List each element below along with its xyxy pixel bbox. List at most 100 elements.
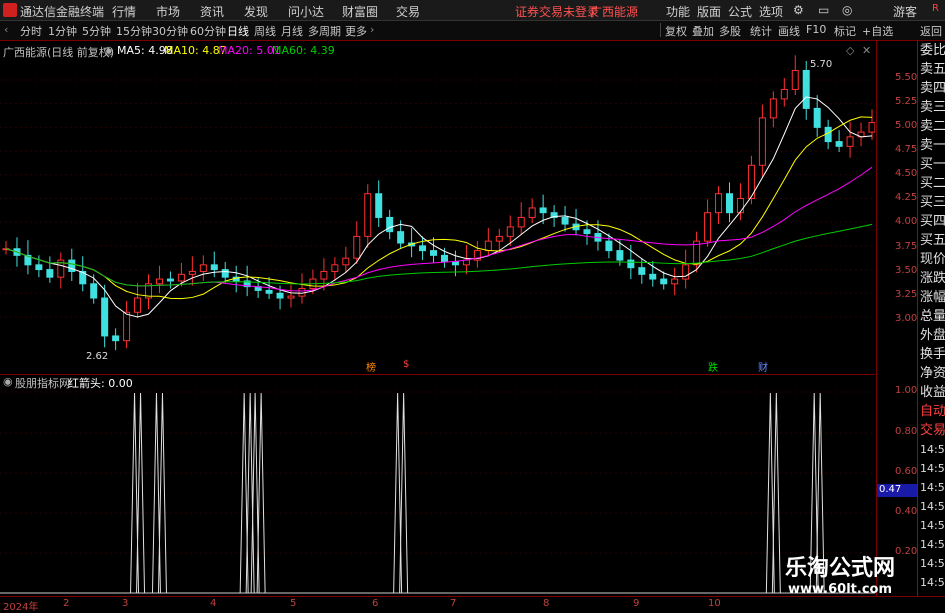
y-tick-label: 3.50 (895, 265, 918, 276)
tab-5min[interactable]: 5分钟 (82, 23, 111, 39)
login-notice[interactable]: 证券交易未登录 (515, 3, 599, 20)
menu-discover[interactable]: 发现 (244, 3, 268, 20)
tab-30min[interactable]: 30分钟 (152, 23, 188, 39)
candle-body (188, 270, 196, 275)
menu-function[interactable]: 功能 (666, 3, 690, 20)
tab-60min[interactable]: 60分钟 (190, 23, 226, 39)
toolbar-divider (660, 23, 661, 37)
side-panel-item: 14:56 (920, 538, 945, 551)
y-axis: 5.50 5.25 5.00 4.75 4.50 4.25 4.00 3.75 3.50 3.25… (876, 41, 917, 596)
period-toolbar: ‹ 分时 1分钟 5分钟 15分钟 30分钟 60分钟 日线 周线 月线 多周期… (0, 21, 945, 41)
window-icon[interactable]: ▭ (818, 3, 829, 17)
event-tag-finance[interactable]: 财 (758, 359, 768, 374)
overlay-button[interactable]: 叠加 (692, 23, 714, 39)
indicator-y-tick-label: 1.00 (895, 385, 918, 396)
indicator-y-tick-label: 0.80 (895, 426, 918, 437)
candle-body (419, 245, 427, 252)
y-tick-label: 4.00 (895, 216, 918, 227)
side-panel-item: 买五 (920, 233, 945, 248)
tab-monthly[interactable]: 月线 (281, 23, 303, 39)
side-panel-item: 卖四 (920, 81, 945, 96)
candle-body (276, 292, 284, 299)
menu-news[interactable]: 资讯 (200, 3, 224, 20)
adjust-button[interactable]: 复权 (665, 23, 687, 39)
candle-body (495, 235, 503, 242)
candle-body (769, 98, 777, 119)
event-tag-list[interactable]: 榜 (366, 359, 376, 374)
candle-body (605, 240, 613, 252)
x-tick-label: 10 (708, 598, 721, 609)
price-plot (0, 55, 875, 351)
side-panel-item: 买一 (920, 157, 945, 172)
candle-body (791, 69, 799, 90)
app-name: 通达信金融终端 (20, 5, 105, 19)
side-panel-item: 委比 (920, 43, 945, 58)
side-panel-item: 卖三 (920, 100, 945, 115)
side-panel-item: 买三 (920, 195, 945, 210)
side-panel-item[interactable]: 自动 (918, 402, 945, 421)
draw-button[interactable]: 画线 (778, 23, 800, 39)
menu-quotes[interactable]: 行情 (112, 3, 136, 20)
high-label: 5.70 (810, 59, 833, 70)
add-watchlist-button[interactable]: +自选 (862, 23, 893, 39)
more-chevron-icon[interactable]: › (370, 23, 374, 36)
candle-body (166, 278, 174, 282)
candlestick-chart[interactable]: 广西能源(日线 前复权) ◉ MA5: 4.98 MA10: 4.87 MA20… (0, 41, 875, 374)
menu-layout[interactable]: 版面 (697, 3, 721, 20)
quote-side-panel: 委比 卖五 卖四 卖三 卖二 卖一 买一 买二 买三 买四 买五 现价 涨跌 涨幅 总量 外盘 换手 净资 收益 自动… (917, 41, 945, 596)
title-bar: 通达信金融终端 行情 市场 资讯 发现 问小达 财富圈 交易 证券交易未登录 广… (0, 0, 945, 21)
candle-body (221, 269, 229, 278)
x-tick-label: 5 (290, 598, 297, 609)
tab-1min[interactable]: 1分钟 (48, 23, 77, 39)
candle-body (353, 235, 361, 259)
x-tick-label: 2 (63, 598, 70, 609)
app-logo-icon (3, 3, 17, 17)
stats-button[interactable]: 统计 (750, 23, 772, 39)
side-panel-item: 卖五 (920, 62, 945, 77)
candle-body (112, 335, 120, 342)
side-panel-item: 14:56 (920, 481, 945, 494)
toolbar-collapse-icon[interactable]: ‹ (4, 23, 8, 36)
candle-body (342, 257, 350, 266)
user-label[interactable]: 游客 (893, 3, 917, 20)
settings-icon[interactable]: ⚙ (793, 3, 804, 17)
candle-body (265, 289, 273, 294)
ma60-line (5, 223, 873, 287)
r-icon[interactable]: R (932, 3, 939, 14)
side-panel-item[interactable]: 交易 (918, 421, 945, 440)
menu-trade[interactable]: 交易 (396, 3, 420, 20)
candle-body (386, 216, 394, 233)
account-icon[interactable]: ◎ (842, 3, 852, 17)
tab-weekly[interactable]: 周线 (254, 23, 276, 39)
tab-timeshare[interactable]: 分时 (20, 23, 42, 39)
candle-body (155, 278, 163, 285)
side-panel-item: 买四 (920, 214, 945, 229)
y-tick-label: 5.25 (895, 96, 918, 107)
side-panel-item: 现价 (920, 252, 945, 267)
x-tick-label: 4 (210, 598, 217, 609)
candle-body (813, 107, 821, 128)
event-tag-drop[interactable]: 跌 (708, 359, 718, 374)
side-panel-item: 总量 (920, 309, 945, 324)
indicator-panel[interactable]: ◉ 股朋指标网 红箭头: 0.00 (0, 374, 875, 597)
candle-body (451, 261, 459, 266)
menu-options[interactable]: 选项 (759, 3, 783, 20)
back-button[interactable]: 返回 (920, 23, 942, 39)
watermark-url: www.60lt.com (787, 582, 893, 597)
tab-daily[interactable]: 日线 (227, 23, 249, 39)
y-tick-label: 5.50 (895, 72, 918, 83)
menu-wealth[interactable]: 财富圈 (342, 3, 378, 20)
candle-body (517, 216, 525, 228)
multi-stock-button[interactable]: 多股 (719, 23, 741, 39)
tab-multi-period[interactable]: 多周期 (308, 23, 341, 39)
tab-15min[interactable]: 15分钟 (116, 23, 152, 39)
menu-ask[interactable]: 问小达 (288, 3, 324, 20)
menu-formula[interactable]: 公式 (728, 3, 752, 20)
menu-market[interactable]: 市场 (156, 3, 180, 20)
event-tag-dollar[interactable]: $ (403, 359, 409, 370)
f10-button[interactable]: F10 (806, 23, 826, 36)
candle-body (506, 226, 514, 237)
tab-more[interactable]: 更多 (345, 23, 367, 39)
candle-body (583, 229, 591, 235)
mark-button[interactable]: 标记 (834, 23, 856, 39)
